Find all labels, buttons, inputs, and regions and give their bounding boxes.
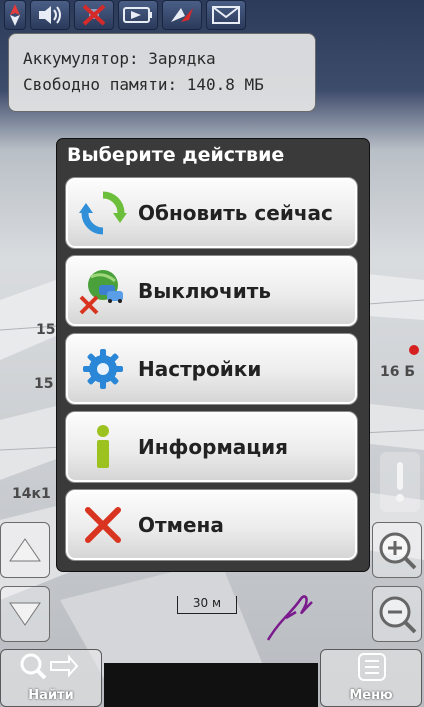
traffic-off-icon (78, 266, 128, 316)
menu-button-label: Меню (349, 688, 393, 703)
action-dialog: Выберите действие Обновить сейчас Выключ… (57, 139, 369, 571)
menu-list-icon (358, 653, 386, 681)
turn-off-label: Выключить (138, 279, 271, 303)
battery-status-text: Аккумулятор: Зарядка (23, 49, 216, 68)
satellite-off-icon[interactable] (74, 0, 114, 30)
zoom-in-icon (379, 532, 417, 570)
refresh-now-button[interactable]: Обновить сейчас (65, 177, 358, 249)
refresh-now-label: Обновить сейчас (138, 201, 333, 225)
map-label: 16 Б (380, 364, 416, 380)
battery-icon[interactable] (118, 0, 158, 30)
navigation-arrow-icon[interactable] (162, 0, 202, 30)
find-button-label: Найти (28, 688, 74, 703)
map-scale: 30 м (177, 596, 237, 614)
settings-label: Настройки (138, 357, 262, 381)
scroll-up-button[interactable] (0, 522, 50, 578)
info-icon (78, 422, 128, 472)
zoom-in-button[interactable] (372, 522, 422, 578)
bottom-status-strip (104, 663, 318, 707)
refresh-icon (78, 188, 128, 238)
zoom-out-icon (379, 596, 417, 634)
cancel-icon (78, 500, 128, 550)
message-icon[interactable] (206, 0, 246, 30)
zoom-out-button[interactable] (372, 586, 422, 642)
triangle-up-icon (9, 538, 41, 562)
triangle-down-icon (9, 602, 41, 626)
gear-icon (78, 344, 128, 394)
settings-button[interactable]: Настройки (65, 333, 358, 405)
status-info-panel: Аккумулятор: Зарядка Свободно памяти: 14… (8, 33, 316, 112)
bottom-toolbar: Найти Меню (0, 649, 424, 707)
cancel-label: Отмена (138, 513, 224, 537)
warning-indicator[interactable] (380, 452, 420, 512)
dialog-title: Выберите действие (67, 144, 285, 166)
exclamation-icon (396, 462, 404, 502)
compass-icon[interactable] (4, 0, 26, 30)
map-label: 14к1 (12, 486, 51, 502)
turn-off-button[interactable]: Выключить (65, 255, 358, 327)
find-button[interactable]: Найти (0, 649, 102, 707)
speaker-icon[interactable] (30, 0, 70, 30)
free-memory-text: Свободно памяти: 140.8 МБ (23, 75, 264, 94)
information-button[interactable]: Информация (65, 411, 358, 483)
information-label: Информация (138, 435, 288, 459)
menu-button[interactable]: Меню (320, 649, 422, 707)
map-label: 15 (34, 376, 54, 392)
map-label: 15 (36, 322, 56, 338)
search-icon (20, 653, 79, 680)
scroll-down-button[interactable] (0, 586, 50, 642)
status-bar (0, 0, 424, 32)
cancel-button[interactable]: Отмена (65, 489, 358, 561)
